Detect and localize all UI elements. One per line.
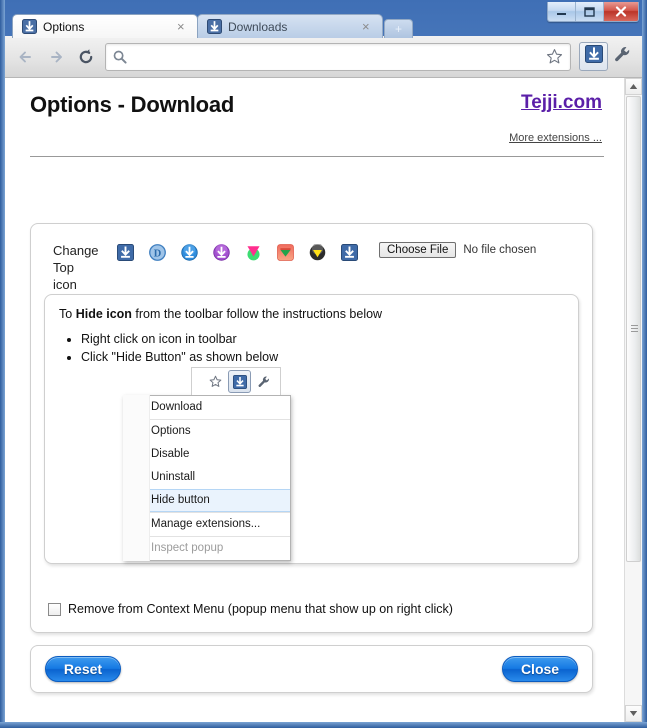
tab-downloads[interactable]: Downloads × bbox=[197, 14, 383, 38]
tab-strip: Options × Downloads × + bbox=[12, 14, 413, 38]
vertical-scrollbar[interactable] bbox=[624, 78, 642, 722]
menu-item-manage-extensions[interactable]: Manage extensions... bbox=[124, 512, 290, 536]
icon-blue-square-arrow[interactable] bbox=[109, 242, 141, 262]
icon-red-square-chevron[interactable] bbox=[269, 242, 301, 262]
icon-blue-circle-d[interactable]: D bbox=[141, 242, 173, 262]
brand-link-tejji[interactable]: Tejji.com bbox=[521, 92, 602, 114]
intro-bold: Hide icon bbox=[75, 307, 132, 321]
window-frame-left bbox=[0, 0, 5, 728]
intro-suffix: from the toolbar follow the instructions… bbox=[131, 307, 383, 321]
chrome-menu-button[interactable] bbox=[608, 43, 636, 70]
remove-context-menu-checkbox[interactable] bbox=[48, 602, 61, 616]
icon-yellow-dark-circle[interactable] bbox=[301, 242, 333, 262]
icon-blue-square-arrow-2[interactable] bbox=[333, 242, 365, 262]
file-status-text: No file chosen bbox=[463, 244, 537, 256]
tab-options[interactable]: Options × bbox=[12, 14, 198, 38]
download-arrow-icon bbox=[584, 45, 603, 68]
page-title: Options - Download bbox=[30, 92, 235, 117]
list-item: Click "Hide Button" as shown below bbox=[81, 348, 564, 366]
intro-prefix: To bbox=[59, 307, 76, 321]
menu-item-hide-button[interactable]: Hide button bbox=[124, 489, 290, 512]
scroll-up-arrow-icon[interactable] bbox=[625, 78, 642, 95]
icon-blue-circle-arrow[interactable] bbox=[173, 242, 205, 262]
search-icon bbox=[112, 49, 128, 65]
maximize-button[interactable] bbox=[576, 2, 604, 21]
context-menu-screenshot: Download Options Disable Uninstall Hide … bbox=[123, 367, 291, 561]
icon-pink-green-chevron[interactable] bbox=[237, 242, 269, 262]
download-extension-button[interactable] bbox=[579, 42, 608, 71]
icon-options-list: D bbox=[109, 242, 365, 262]
hide-icon-intro: To Hide icon from the toolbar follow the… bbox=[59, 307, 564, 321]
reload-button[interactable] bbox=[71, 43, 101, 71]
menu-item-uninstall[interactable]: Uninstall bbox=[124, 466, 290, 489]
tab-label: Downloads bbox=[228, 19, 288, 34]
menu-item-download[interactable]: Download bbox=[124, 396, 290, 419]
close-button[interactable] bbox=[604, 2, 638, 21]
window-frame-bottom bbox=[0, 722, 647, 728]
download-arrow-icon bbox=[228, 370, 251, 393]
header-divider bbox=[30, 156, 604, 157]
download-arrow-icon bbox=[22, 19, 37, 34]
page-content: Options - Download Tejji.com More extens… bbox=[5, 78, 624, 722]
browser-toolbar bbox=[5, 36, 642, 78]
label-line-3: icon bbox=[53, 277, 77, 292]
more-extensions-link[interactable]: More extensions ... bbox=[509, 132, 602, 144]
file-upload-control: Choose File No file chosen bbox=[379, 242, 536, 258]
window-titlebar: Options × Downloads × + bbox=[0, 0, 647, 38]
tab-label: Options bbox=[43, 19, 85, 34]
reset-button[interactable]: Reset bbox=[45, 656, 121, 682]
page-viewport: Options - Download Tejji.com More extens… bbox=[5, 78, 642, 722]
close-icon[interactable]: × bbox=[177, 20, 189, 33]
choose-file-button[interactable]: Choose File bbox=[379, 242, 457, 258]
label-line-1: Change bbox=[53, 243, 99, 258]
menu-item-inspect-popup: Inspect popup bbox=[124, 536, 290, 560]
download-arrow-icon bbox=[207, 19, 222, 34]
icon-purple-circle-arrow[interactable] bbox=[205, 242, 237, 262]
address-bar[interactable] bbox=[105, 42, 571, 71]
options-panel: Change Top icon D Choose File No file ch… bbox=[30, 223, 593, 633]
wrench-icon bbox=[251, 375, 277, 389]
close-button-page[interactable]: Close bbox=[502, 656, 578, 682]
label-line-2: Top bbox=[53, 260, 74, 275]
scrollbar-thumb[interactable] bbox=[626, 96, 641, 562]
hide-icon-panel: To Hide icon from the toolbar follow the… bbox=[44, 294, 579, 564]
context-menu: Download Options Disable Uninstall Hide … bbox=[123, 395, 291, 561]
menu-item-disable[interactable]: Disable bbox=[124, 443, 290, 466]
hide-icon-steps: Right click on icon in toolbar Click "Hi… bbox=[81, 330, 564, 366]
search-input[interactable] bbox=[128, 45, 544, 68]
bookmark-star-icon bbox=[202, 375, 228, 388]
window-controls bbox=[547, 2, 639, 22]
remove-context-menu-label: Remove from Context Menu (popup menu tha… bbox=[68, 602, 453, 616]
list-item: Right click on icon in toolbar bbox=[81, 330, 564, 348]
menu-item-options[interactable]: Options bbox=[124, 419, 290, 443]
new-tab-button[interactable]: + bbox=[384, 19, 413, 38]
browser-window: Options × Downloads × + Options - Downlo… bbox=[0, 0, 647, 728]
bookmark-star-icon[interactable] bbox=[544, 48, 564, 65]
icon-chooser-row: Change Top icon D Choose File No file ch… bbox=[45, 236, 578, 295]
close-icon[interactable]: × bbox=[362, 20, 374, 33]
scroll-down-arrow-icon[interactable] bbox=[625, 705, 642, 722]
svg-text:D: D bbox=[153, 248, 161, 259]
plus-icon: + bbox=[394, 22, 402, 36]
wrench-icon bbox=[613, 45, 632, 69]
forward-button[interactable] bbox=[41, 43, 71, 71]
remove-context-menu-row[interactable]: Remove from Context Menu (popup menu tha… bbox=[48, 602, 453, 616]
page-header: Options - Download Tejji.com More extens… bbox=[25, 78, 604, 160]
minimize-button[interactable] bbox=[548, 2, 576, 21]
window-frame-right bbox=[642, 0, 647, 728]
change-top-icon-label: Change Top icon bbox=[53, 242, 109, 293]
footer-panel: Reset Close bbox=[30, 645, 593, 693]
back-button[interactable] bbox=[11, 43, 41, 71]
mock-toolbar bbox=[191, 367, 281, 395]
scrollbar-grip bbox=[631, 325, 638, 333]
